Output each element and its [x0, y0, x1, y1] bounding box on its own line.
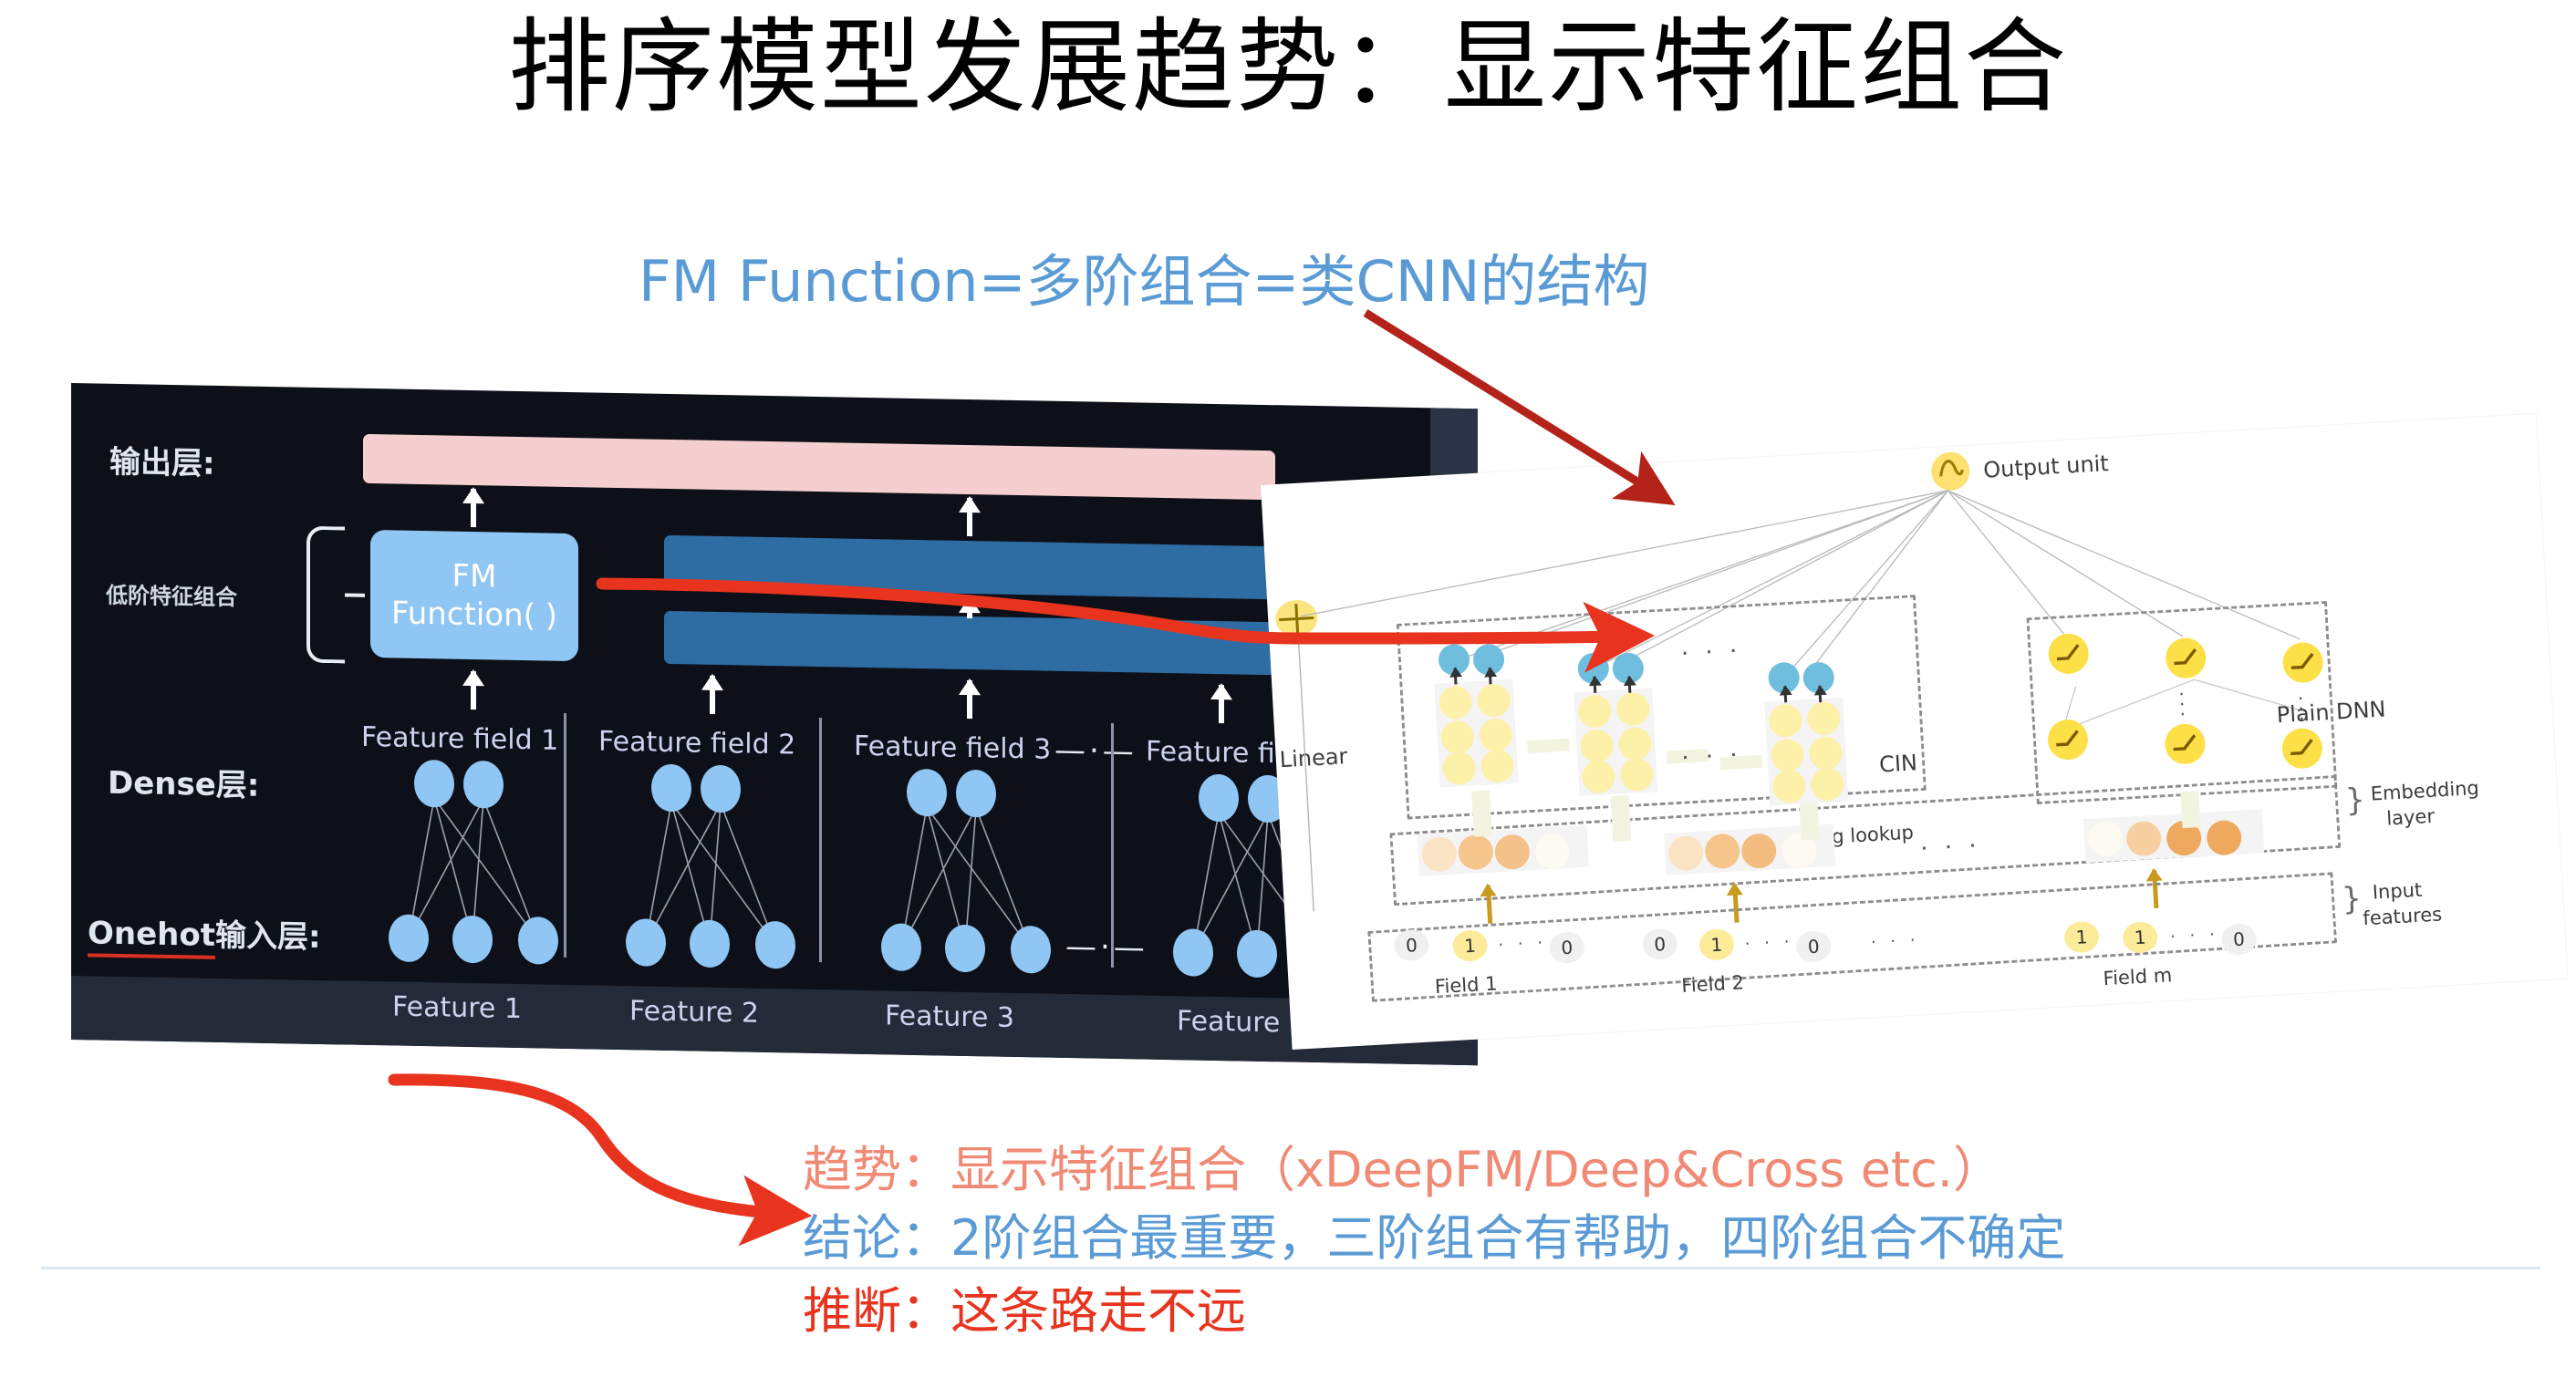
cin-ellipsis-mid: · · ·	[1680, 741, 1743, 772]
embedding-layer-bracket: }	[2344, 781, 2366, 820]
onehot-node	[1173, 928, 1213, 977]
onehot-node	[1011, 925, 1051, 974]
embedding-to-cin-flow-3	[1799, 803, 1820, 841]
note-trend: 趋势：显示特征组合（xDeepFM/Deep&Cross etc.）	[803, 1141, 2002, 1198]
dense-node	[907, 768, 947, 817]
onehot-node	[881, 923, 921, 972]
fields-ellipsis: · · ·	[1870, 930, 1921, 953]
onehot-node	[755, 920, 795, 969]
cin-label: CIN	[1878, 750, 1918, 778]
dense-node	[701, 764, 741, 813]
onehot-node	[518, 916, 558, 965]
dense-node	[414, 759, 454, 808]
onehot-ellipsis: —·—	[1065, 927, 1148, 967]
input-features-bracket: }	[2341, 880, 2363, 918]
cin-flow-arrow-1	[1527, 738, 1570, 754]
field-label-m: Field m	[2102, 964, 2173, 990]
onehot-node	[945, 924, 985, 973]
embedding-layer-label-2: layer	[2385, 804, 2436, 830]
field-label-1: Field 1	[1434, 972, 1499, 999]
dense-node	[1199, 773, 1239, 823]
embedding-to-cin-flow-2	[1610, 795, 1632, 843]
arrow-cin-pool-2b	[1627, 676, 1632, 693]
feature-label-2: Feature 2	[629, 995, 759, 1030]
note-conclusion: 结论：2阶组合最重要，三阶组合有帮助，四阶组合不确定	[803, 1209, 2066, 1267]
feature-label-1: Feature 1	[392, 990, 522, 1026]
embedding-ellipsis: · · ·	[1919, 832, 1982, 864]
conclusion-pointer-arrow	[388, 1073, 813, 1247]
slide-canvas: 排序模型发展趋势：显示特征组合 FM Function=多阶组合=类CNN的结构…	[0, 0, 2576, 1388]
fieldm-bit-ellipsis: · · ·	[2169, 925, 2220, 948]
dense-node	[651, 763, 691, 813]
input-features-label-2: features	[2362, 903, 2443, 930]
arrow-cin-pool-1a	[1453, 668, 1458, 685]
arrow-cin-pool-3a	[1783, 686, 1788, 703]
cin-ellipsis-top: · · ·	[1680, 637, 1743, 668]
onehot-node	[690, 919, 730, 968]
input-features-label-1: Input	[2372, 878, 2423, 904]
field-label-2: Field 2	[1680, 971, 1745, 998]
arrow-input-to-embedding-1	[1485, 885, 1493, 924]
arrow-cin-pool-1b	[1488, 668, 1492, 685]
embedding-to-dnn-flow	[2180, 791, 2201, 829]
dense-node	[956, 769, 996, 818]
fm-function-callout: FM Function=多阶组合=类CNN的结构	[639, 248, 1650, 315]
onehot-node	[389, 914, 429, 963]
onehot-node	[626, 918, 666, 967]
onehot-node	[1237, 929, 1277, 979]
embedding-to-cin-flow-1	[1471, 790, 1492, 837]
field2-bit-ellipsis: · · ·	[1744, 932, 1795, 955]
onehot-node	[452, 915, 493, 964]
dense-node	[463, 760, 504, 809]
feature-label-3: Feature 3	[885, 1000, 1014, 1034]
page-title: 排序模型发展趋势：显示特征组合	[508, 8, 2068, 127]
xdeepfm-figure-panel: Output unit Linear CIN · · · · · · Plain…	[1261, 413, 2568, 1051]
field1-bit-ellipsis: · · ·	[1497, 933, 1548, 956]
arrow-cin-pool-2a	[1593, 676, 1597, 693]
arrow-cin-pool-3b	[1818, 686, 1823, 703]
note-inference: 推断：这条路走不远	[803, 1282, 1246, 1340]
